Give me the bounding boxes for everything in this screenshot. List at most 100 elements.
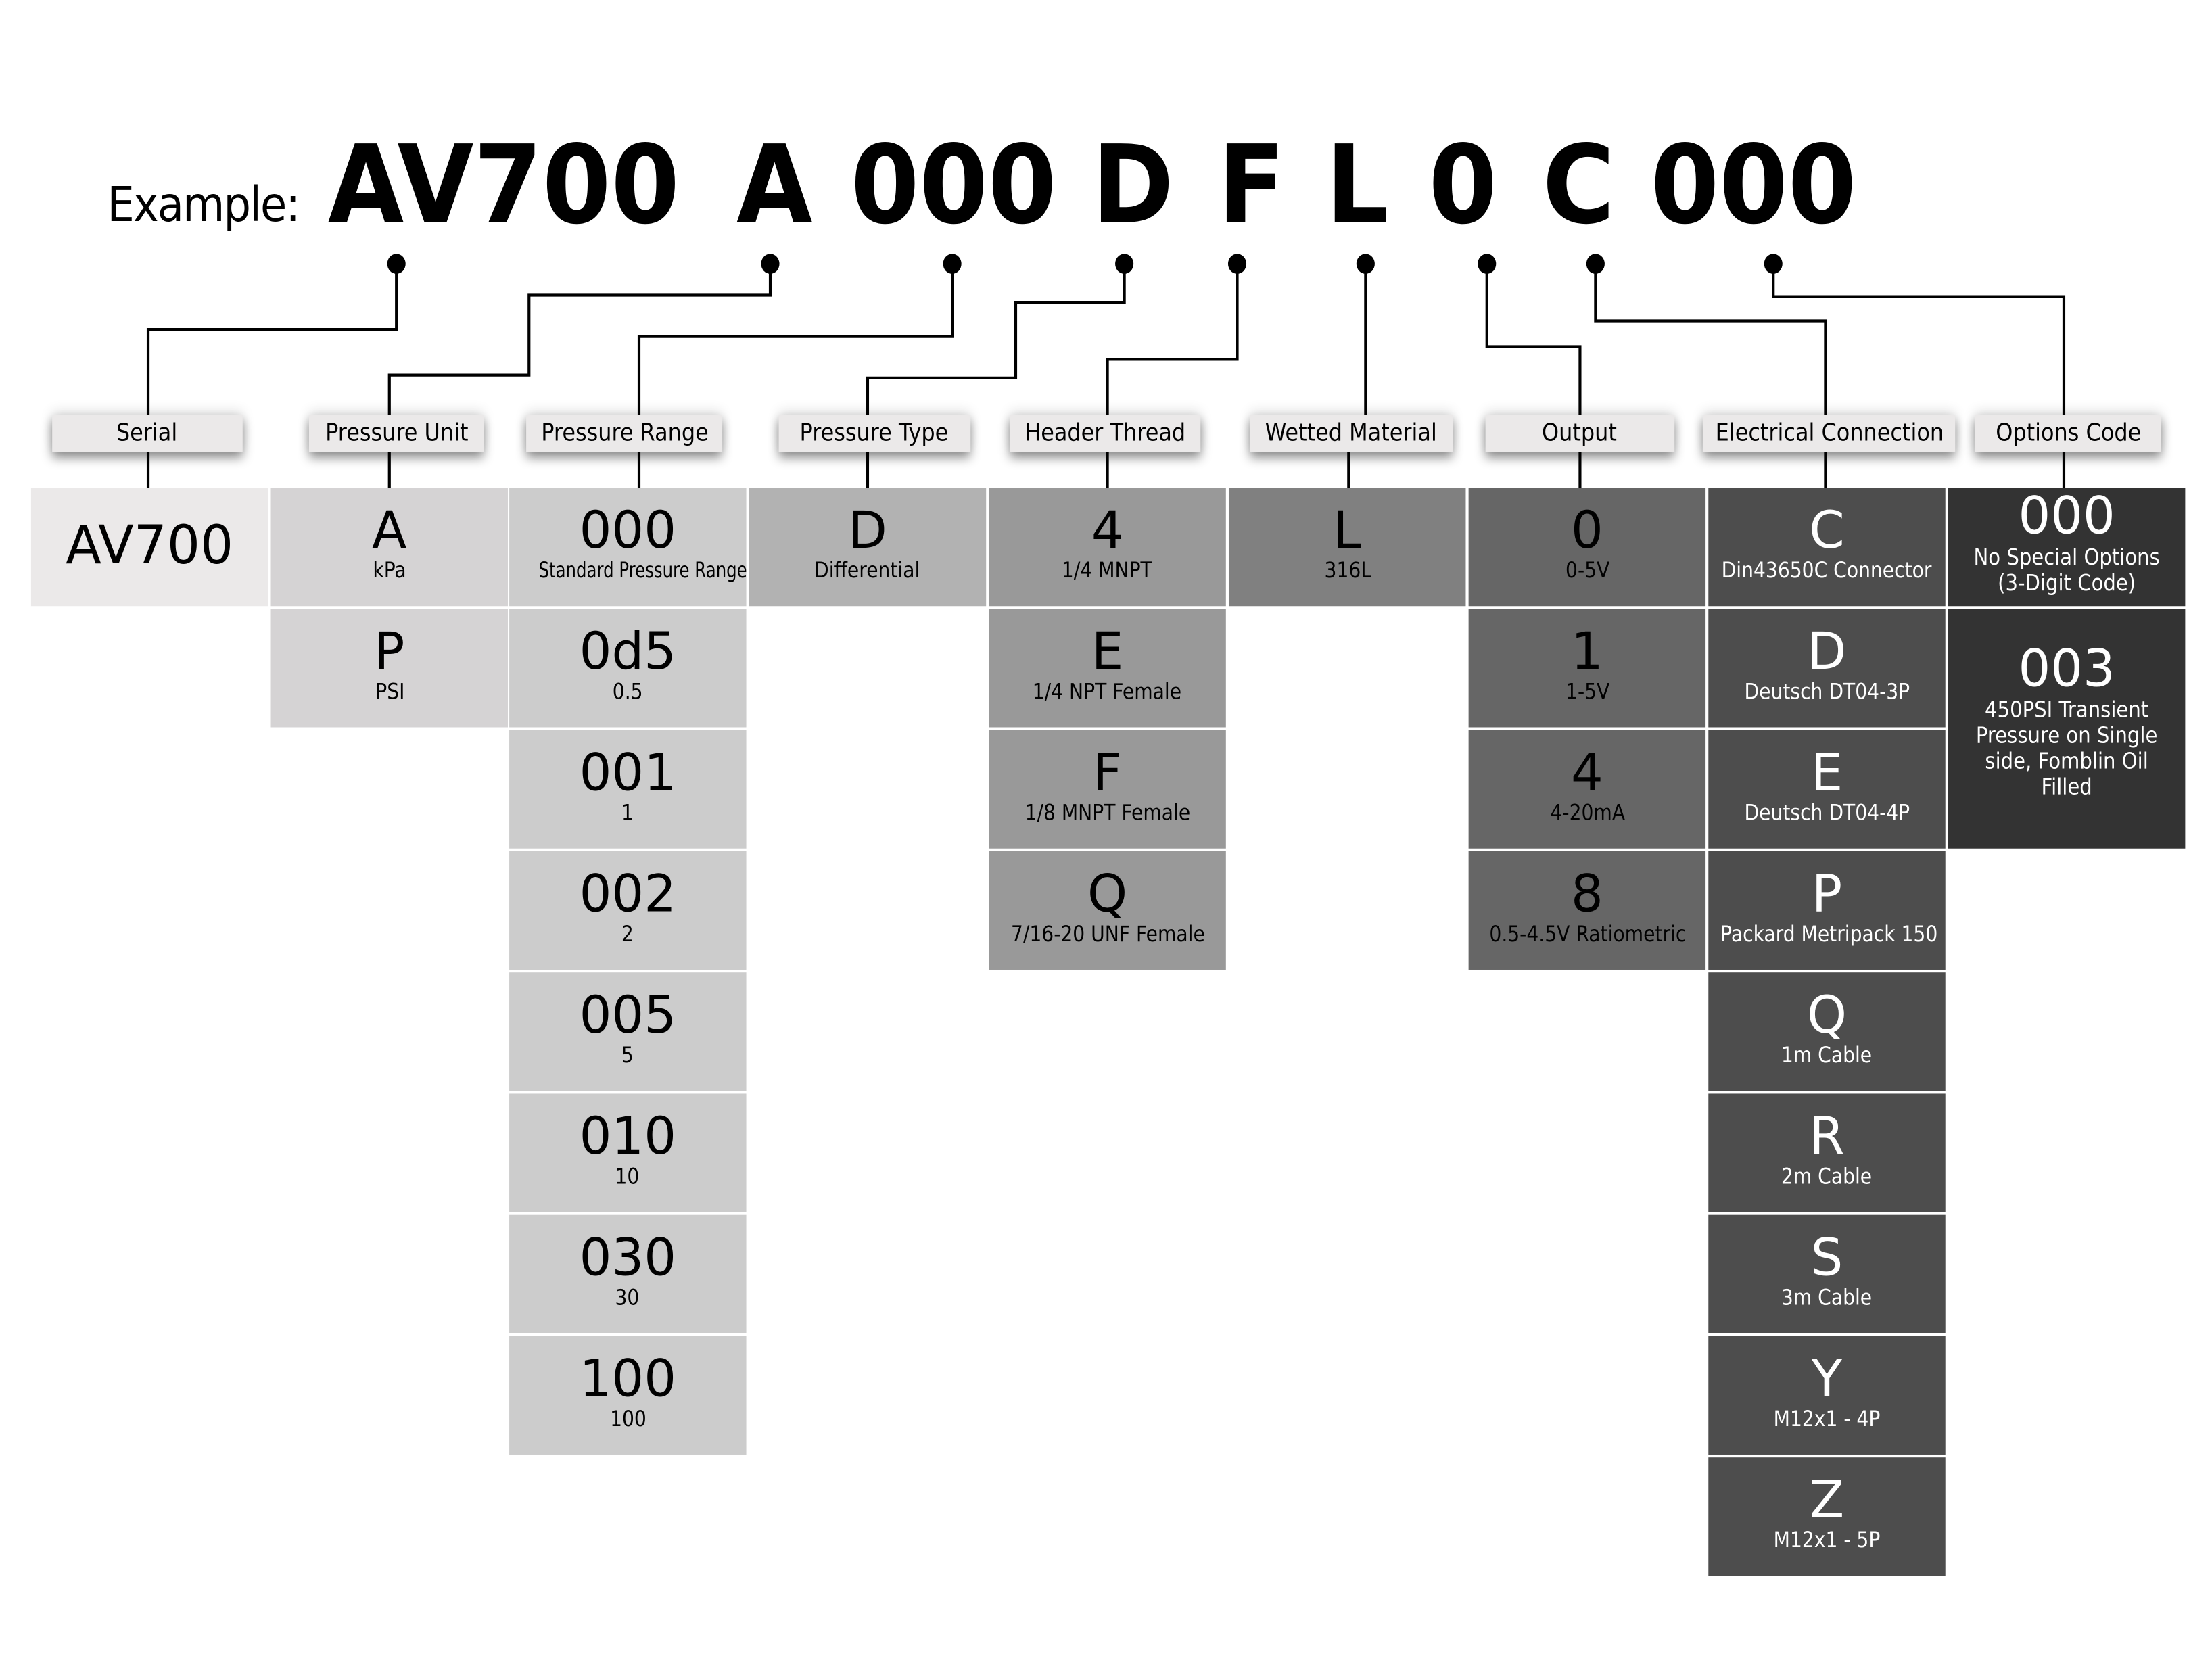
option-description: 1m Cable <box>1708 1043 1945 1068</box>
option-description-text: 1-5V <box>1565 678 1609 705</box>
option-code: F <box>1092 744 1123 803</box>
option-code: 005 <box>579 987 676 1045</box>
option-description-text: Differential <box>814 557 921 584</box>
option-cell-output: 4 4-20mA <box>1468 730 1706 849</box>
column-header-serial: Serial <box>52 415 243 452</box>
column-header-output: Output <box>1485 415 1675 452</box>
option-cell-header-thread: E 1/4 NPT Female <box>989 609 1226 728</box>
option-description-text: 5 <box>621 1042 634 1068</box>
column-header-label: Serial <box>116 419 179 448</box>
connector-electrical-connection <box>1594 264 1827 415</box>
option-code: 001 <box>579 744 676 803</box>
option-code: D <box>848 502 887 561</box>
connector-pressure-unit <box>387 264 772 415</box>
column-header-pressure-type: Pressure Type <box>778 415 971 452</box>
option-code: 0 <box>1570 502 1603 561</box>
option-cell-electrical-connection: D Deutsch DT04-3P <box>1708 609 1946 728</box>
option-code: 0d5 <box>579 623 676 682</box>
connector-dot-pressure-unit <box>761 254 780 274</box>
option-cell-pressure-unit: P PSI <box>270 609 508 728</box>
option-cell-header-thread: F 1/8 MNPT Female <box>989 730 1226 849</box>
option-cell-electrical-connection: P Packard Metripack 150 <box>1708 851 1946 970</box>
option-code: 4 <box>1570 744 1603 803</box>
option-code: 010 <box>579 1108 676 1166</box>
option-description-text: No Special Options (3-Digit Code) <box>1973 544 2160 596</box>
option-description: Din43650C Connector <box>1708 559 1945 584</box>
column-header-label: Pressure Range <box>540 419 708 448</box>
connector-pressure-type <box>866 264 1126 415</box>
connector-dot-options-code <box>1764 254 1783 274</box>
option-description-text: 10 <box>615 1163 640 1189</box>
option-code: A <box>372 502 407 561</box>
option-cell-electrical-connection: E Deutsch DT04-4P <box>1708 730 1946 849</box>
option-cell-pressure-range: 001 1 <box>509 730 747 849</box>
option-description-text: 3m Cable <box>1781 1285 1873 1310</box>
option-description: 100 <box>509 1407 746 1432</box>
option-description: Deutsch DT04-3P <box>1708 680 1945 705</box>
option-description: 2m Cable <box>1708 1164 1945 1189</box>
column-header-label: Pressure Type <box>800 419 949 448</box>
option-cell-header-thread: Q 7/16-20 UNF Female <box>989 851 1226 970</box>
ordering-code-diagram: Example: AV700 A 000 D F L 0 C 000 Seria… <box>0 0 2212 1677</box>
option-code: 030 <box>579 1229 676 1288</box>
option-cell-electrical-connection: Z M12x1 - 5P <box>1708 1457 1946 1576</box>
option-description-text: 1 <box>621 800 634 826</box>
option-description: 0.5-4.5V Ratiometric <box>1469 922 1705 947</box>
option-code: E <box>1810 744 1843 803</box>
option-description: Packard Metripack 150 <box>1708 922 1945 947</box>
option-code: 000 <box>2018 488 2115 546</box>
option-description-text: 2 <box>621 921 634 947</box>
connector-output <box>1485 264 1582 415</box>
option-description-text: 30 <box>615 1285 640 1310</box>
option-code: Z <box>1809 1471 1845 1530</box>
option-description-text: kPa <box>373 557 406 584</box>
option-code: AV700 <box>66 515 234 576</box>
column-header-label: Header Thread <box>1025 419 1186 448</box>
option-cell-pressure-range: 100 100 <box>509 1336 747 1455</box>
option-description: 0-5V <box>1469 559 1705 584</box>
option-description: M12x1 - 5P <box>1708 1528 1945 1553</box>
option-cell-pressure-range: 030 30 <box>509 1214 747 1333</box>
option-code: 4 <box>1091 502 1124 561</box>
option-description: 2 <box>509 922 746 947</box>
option-description-text: Deutsch DT04-3P <box>1744 678 1910 705</box>
option-description-text: 0.5 <box>612 678 643 705</box>
option-cell-electrical-connection: S 3m Cable <box>1708 1214 1946 1333</box>
option-description: 7/16-20 UNF Female <box>989 922 1225 947</box>
option-code: 003 <box>2018 640 2115 699</box>
option-description: No Special Options (3-Digit Code) <box>1948 545 2185 596</box>
option-code: 100 <box>579 1350 676 1409</box>
option-code: L <box>1333 502 1362 561</box>
option-cell-output: 1 1-5V <box>1468 609 1706 728</box>
option-cell-serial: AV700 <box>30 488 268 607</box>
option-description: 3m Cable <box>1708 1285 1945 1310</box>
column-header-label: Electrical Connection <box>1715 419 1944 448</box>
option-description: Deutsch DT04-4P <box>1708 801 1945 826</box>
option-cell-electrical-connection: R 2m Cable <box>1708 1093 1946 1212</box>
option-description: M12x1 - 4P <box>1708 1407 1945 1432</box>
option-description: 1/8 MNPT Female <box>989 801 1225 826</box>
column-header-label: Pressure Unit <box>325 419 468 448</box>
option-description-text: 1/8 MNPT Female <box>1025 800 1190 826</box>
column-header-label: Output <box>1542 419 1618 448</box>
option-code: P <box>1811 866 1843 924</box>
option-description-text: Standard Pressure Range <box>538 557 747 584</box>
option-description: Differential <box>749 559 986 584</box>
option-description: 1-5V <box>1469 680 1705 705</box>
option-description-text: 0-5V <box>1565 557 1609 584</box>
option-code: 000 <box>579 502 676 561</box>
option-cell-output: 8 0.5-4.5V Ratiometric <box>1468 851 1706 970</box>
connector-serial <box>146 264 398 415</box>
column-header-label: Wetted Material <box>1265 419 1438 448</box>
option-code: Q <box>1806 987 1848 1045</box>
option-description: 10 <box>509 1163 746 1189</box>
option-description: 450PSI Transient Pressure on Single side… <box>1948 697 2185 800</box>
option-code: P <box>374 623 405 682</box>
column-header-electrical-connection: Electrical Connection <box>1702 415 1956 452</box>
column-header-options-code: Options Code <box>1975 415 2161 452</box>
connector-dot-output <box>1478 254 1497 274</box>
connector-dot-electrical-connection <box>1586 254 1605 274</box>
option-code: 1 <box>1570 623 1603 682</box>
column-header-pressure-range: Pressure Range <box>526 415 723 452</box>
option-description-text: 450PSI Transient Pressure on Single side… <box>1975 697 2158 801</box>
